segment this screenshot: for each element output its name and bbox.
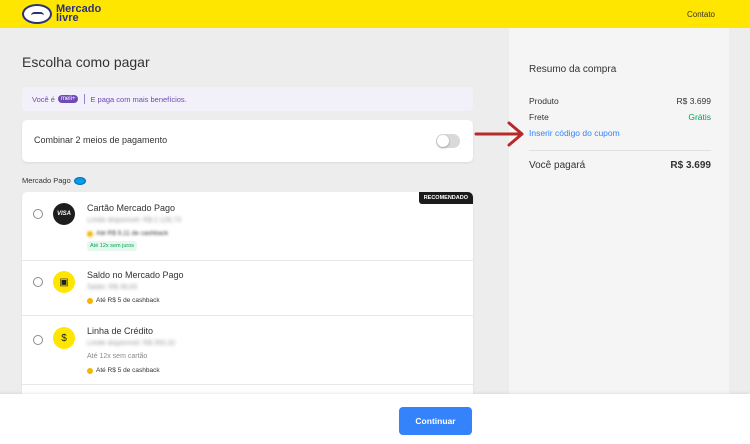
page-title: Escolha como pagar xyxy=(22,54,150,70)
wallet-icon: ▣ xyxy=(53,271,75,293)
payment-option-title: Cartão Mercado Pago xyxy=(87,203,176,213)
banner-divider xyxy=(84,94,86,104)
blurred-limit-text: Limite disponível: R$ 2.128,73 xyxy=(87,217,182,224)
credit-terms-text: Até 12x sem cartão xyxy=(87,353,148,360)
insert-coupon-link[interactable]: Inserir código do cupom xyxy=(529,128,620,138)
cashback-info: Até R$ 5 de cashback xyxy=(87,297,160,304)
meli-benefits-banner: Você é meli+ E paga com mais benefícios. xyxy=(22,87,473,111)
total-value: R$ 3.699 xyxy=(670,160,711,171)
contact-link[interactable]: Contato xyxy=(687,10,715,19)
dollar-coin-icon: $ xyxy=(53,327,75,349)
top-header: Mercado livre Contato xyxy=(0,0,750,28)
shipping-row: Frete Grátis xyxy=(529,112,711,122)
purchase-summary-panel: Resumo da compra Produto R$ 3.699 Frete … xyxy=(509,28,729,394)
combine-payment-toggle[interactable] xyxy=(436,134,460,148)
coin-icon xyxy=(87,297,93,304)
payment-section-label: Mercado Pago xyxy=(22,176,86,185)
total-label: Você pagará xyxy=(529,160,586,171)
continue-button[interactable]: Continuar xyxy=(399,407,472,435)
meli-banner-prefix: Você é xyxy=(32,94,55,104)
summary-title: Resumo da compra xyxy=(529,64,617,75)
product-label: Produto xyxy=(529,96,559,106)
red-arrow-icon xyxy=(474,121,524,147)
payment-radio[interactable] xyxy=(33,335,43,345)
cashback-text: Até R$ 9,11 de cashback xyxy=(96,230,169,237)
payment-option-credit-line[interactable]: $ Linha de Crédito Limite disponível: R$… xyxy=(22,316,473,385)
blurred-balance-text: Saldo: R$ 38,63 xyxy=(87,284,138,291)
footer-bar: Continuar xyxy=(0,394,750,444)
shipping-label: Frete xyxy=(529,112,549,122)
product-value: R$ 3.699 xyxy=(676,96,712,106)
payment-option-card[interactable]: VISA Cartão Mercado Pago Limite disponív… xyxy=(22,192,473,261)
payment-radio[interactable] xyxy=(33,209,43,219)
handshake-icon xyxy=(22,4,52,24)
payment-option-title: Linha de Crédito xyxy=(87,326,154,336)
meli-plus-badge: meli+ xyxy=(57,95,79,103)
cashback-info: Até R$ 5 de cashback xyxy=(87,367,160,374)
combine-payment-label: Combinar 2 meios de pagamento xyxy=(34,135,168,145)
meli-banner-text: E paga com mais benefícios. xyxy=(90,94,187,104)
shipping-value: Grátis xyxy=(688,112,711,122)
cashback-text: Até R$ 5 de cashback xyxy=(96,297,160,304)
combine-payment-card: Combinar 2 meios de pagamento xyxy=(22,120,473,162)
payment-option-balance[interactable]: ▣ Saldo no Mercado Pago Saldo: R$ 38,63 … xyxy=(22,261,473,316)
visa-card-icon: VISA xyxy=(53,203,75,225)
mercado-pago-icon xyxy=(73,176,86,185)
coin-icon xyxy=(87,367,93,374)
mercado-livre-logo[interactable]: Mercado livre xyxy=(22,3,104,25)
cashback-text: Até R$ 5 de cashback xyxy=(96,367,160,374)
total-row: Você pagará R$ 3.699 xyxy=(529,160,711,171)
logo-text-line-2: livre xyxy=(56,12,79,24)
payment-option-title: Saldo no Mercado Pago xyxy=(87,270,184,280)
product-price-row: Produto R$ 3.699 xyxy=(529,96,711,106)
blurred-credit-limit-text: Limite disponível: R$ 350,32 xyxy=(87,340,176,347)
mercado-pago-label: Mercado Pago xyxy=(22,176,71,185)
logo-text: Mercado livre xyxy=(56,4,101,24)
blurred-cashback-text: Até R$ 9,11 de cashback xyxy=(87,230,168,237)
installments-badge: Até 12x sem juros xyxy=(87,241,138,251)
coin-icon xyxy=(87,230,93,237)
summary-divider xyxy=(529,150,711,151)
payment-radio[interactable] xyxy=(33,277,43,287)
